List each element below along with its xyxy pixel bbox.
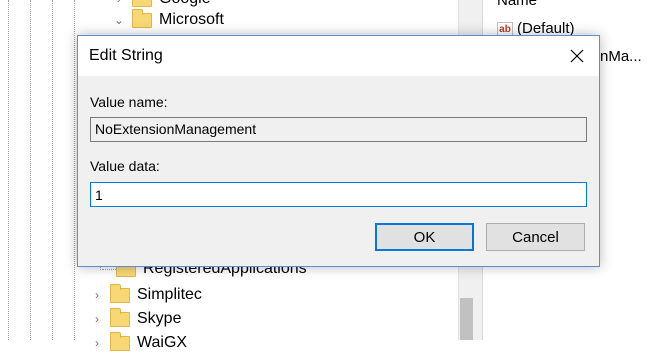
tree-item-microsoft[interactable]: ⌄ Microsoft bbox=[112, 8, 224, 32]
value-name: nMa... bbox=[600, 48, 642, 65]
chevron-right-icon[interactable]: › bbox=[112, 0, 126, 6]
value-name-label: Value name: bbox=[90, 94, 168, 110]
value-data-input[interactable] bbox=[90, 182, 587, 207]
tree-guide-line bbox=[30, 0, 31, 340]
tree-guide-line bbox=[74, 0, 75, 340]
string-value-icon: ab bbox=[497, 21, 513, 36]
tree-connector bbox=[102, 268, 116, 270]
chevron-right-icon[interactable]: › bbox=[90, 312, 104, 326]
tree-item-label: WaiGX bbox=[137, 334, 188, 351]
folder-icon bbox=[110, 307, 130, 327]
tree-item-skype[interactable]: › Skype bbox=[90, 307, 181, 331]
edit-string-dialog: Edit String Value name: NoExtensionManag… bbox=[77, 35, 600, 267]
tree-guide-line bbox=[8, 0, 9, 340]
cancel-button[interactable]: Cancel bbox=[486, 223, 585, 251]
tree-item-label: Google bbox=[159, 0, 211, 8]
chevron-right-icon[interactable]: › bbox=[90, 288, 104, 302]
dialog-titlebar[interactable]: Edit String bbox=[78, 36, 599, 76]
folder-icon bbox=[110, 283, 130, 303]
tree-guide-line bbox=[52, 0, 53, 340]
value-row-partial[interactable]: nMa... bbox=[600, 48, 642, 65]
tree-item-waigx[interactable]: › WaiGX bbox=[90, 331, 187, 355]
tree-item-label: Microsoft bbox=[159, 11, 224, 28]
ok-button[interactable]: OK bbox=[375, 223, 474, 251]
tree-item-label: Skype bbox=[137, 310, 182, 327]
scrollbar-thumb[interactable] bbox=[460, 298, 473, 340]
close-icon bbox=[570, 49, 584, 63]
folder-icon bbox=[132, 8, 152, 28]
close-button[interactable] bbox=[555, 36, 599, 76]
dialog-title: Edit String bbox=[89, 47, 163, 64]
folder-icon bbox=[110, 331, 130, 351]
chevron-down-icon[interactable]: ⌄ bbox=[112, 13, 126, 27]
folder-icon bbox=[132, 0, 152, 7]
tree-item-simplitec[interactable]: › Simplitec bbox=[90, 283, 202, 307]
column-header-name[interactable]: Name bbox=[497, 0, 537, 9]
chevron-right-icon[interactable]: › bbox=[90, 336, 104, 350]
value-data-label: Value data: bbox=[90, 158, 160, 174]
value-name-field[interactable]: NoExtensionManagement bbox=[90, 117, 587, 142]
tree-item-label: Simplitec bbox=[137, 286, 202, 303]
